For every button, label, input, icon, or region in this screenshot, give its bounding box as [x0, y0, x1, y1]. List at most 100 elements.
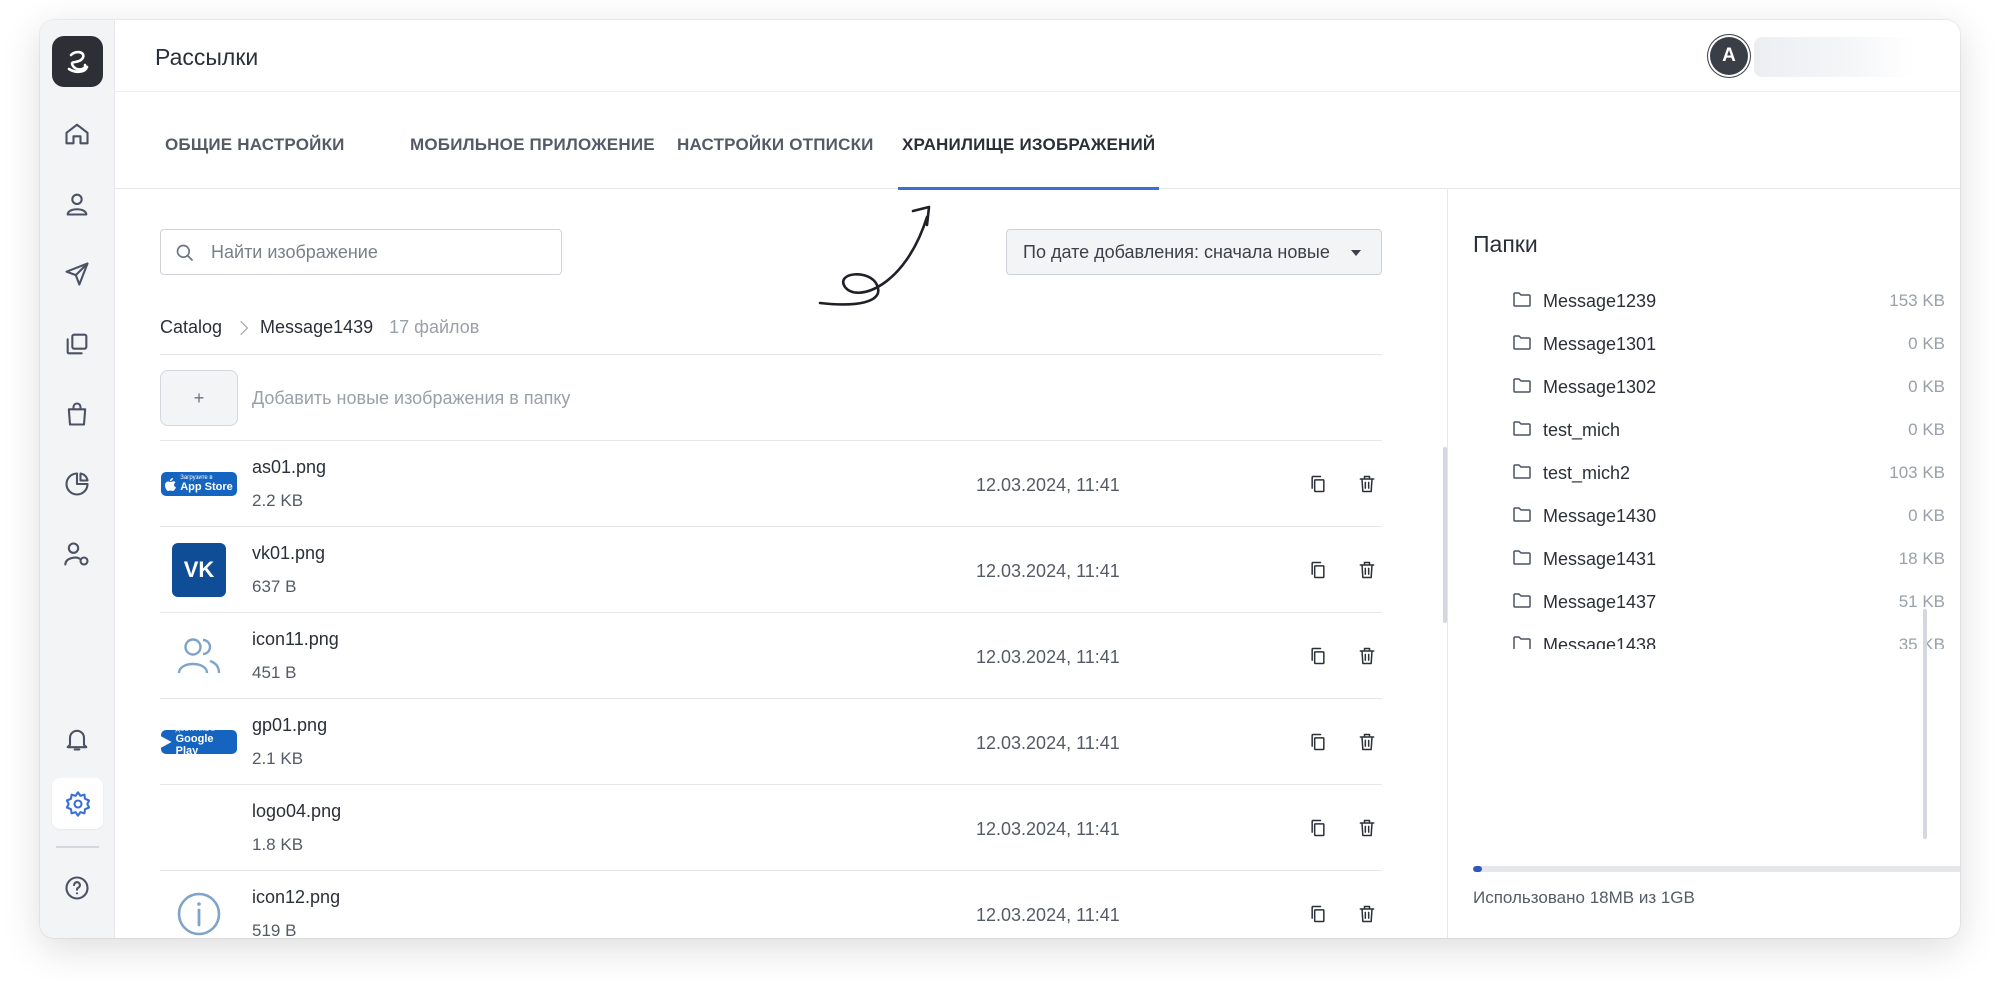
- folder-size: 0 KB: [1908, 506, 1945, 525]
- file-thumbnail[interactable]: VK: [160, 537, 238, 603]
- folder-icon: [1513, 507, 1531, 522]
- folder-size: 0 KB: [1908, 420, 1945, 439]
- copy-link-button[interactable]: [1304, 900, 1332, 928]
- folder-item[interactable]: Message1431 18 KB: [1493, 537, 1960, 580]
- folder-item[interactable]: Message1438 35 KB: [1493, 623, 1960, 649]
- copy-icon: [1311, 733, 1325, 751]
- add-images-button[interactable]: +: [160, 370, 238, 426]
- search-icon: [176, 244, 194, 262]
- send-icon[interactable]: [57, 254, 97, 294]
- storage-usage-bar: [1473, 866, 1960, 872]
- tab-mobile-app[interactable]: МОБИЛЬНОЕ ПРИЛОЖЕНИЕ: [410, 92, 655, 189]
- delete-button[interactable]: [1353, 814, 1381, 842]
- copy-link-button[interactable]: [1304, 556, 1332, 584]
- file-size: 637 B: [252, 577, 297, 596]
- folder-scrollbar[interactable]: [1923, 609, 1927, 839]
- folder-size: 51 KB: [1898, 592, 1945, 611]
- header: Рассылки A: [115, 20, 1960, 92]
- delete-button[interactable]: [1353, 556, 1381, 584]
- user-name-blurred[interactable]: [1754, 37, 1914, 77]
- folder-size: 153 KB: [1889, 291, 1945, 310]
- folder-name: Message1438: [1543, 635, 1657, 649]
- copy-icon[interactable]: [57, 324, 97, 364]
- delete-button[interactable]: [1353, 900, 1381, 928]
- caret-down-icon: [1351, 250, 1361, 256]
- folder-item[interactable]: test_mich2 103 KB: [1493, 451, 1960, 494]
- tab-unsubscribe-settings[interactable]: НАСТРОЙКИ ОТПИСКИ: [677, 92, 874, 189]
- copy-icon: [1311, 819, 1325, 837]
- app-window: Рассылки A ОБЩИЕ НАСТРОЙКИ МОБИЛЬНОЕ ПРИ…: [40, 20, 1960, 938]
- folder-item[interactable]: Message1437 51 KB: [1493, 580, 1960, 623]
- delete-button[interactable]: [1353, 728, 1381, 756]
- folders-title: Папки: [1473, 231, 1538, 257]
- folder-item[interactable]: Message1239 153 KB: [1493, 279, 1960, 322]
- copy-icon: [1311, 561, 1325, 579]
- info-icon: [177, 892, 221, 936]
- app-store-badge: Загрузите в App Store: [161, 472, 237, 496]
- folder-name: Message1431: [1543, 549, 1657, 569]
- file-size: 1.8 KB: [252, 835, 304, 854]
- folder-icon: [1513, 421, 1531, 436]
- trash-icon: [1359, 905, 1375, 923]
- folder-item[interactable]: test_mich 0 KB: [1493, 408, 1960, 451]
- file-date: 12.03.2024, 11:41: [976, 561, 1120, 581]
- app-logo[interactable]: [52, 36, 103, 87]
- pie-chart-icon[interactable]: [57, 464, 97, 504]
- tab-general-settings[interactable]: ОБЩИЕ НАСТРОЙКИ: [165, 92, 345, 189]
- file-date: 12.03.2024, 11:41: [976, 905, 1120, 925]
- table-row: Загрузите в App Store as01.png 2.2 KB 12.…: [160, 440, 1382, 526]
- file-name: gp01.png: [252, 715, 328, 735]
- chevron-right-icon: [233, 320, 249, 335]
- sort-dropdown[interactable]: По дате добавления: сначала новые: [1006, 229, 1382, 275]
- file-thumbnail[interactable]: [160, 881, 238, 938]
- folder-item[interactable]: Message1302 0 KB: [1493, 365, 1960, 408]
- user-icon[interactable]: [57, 184, 97, 224]
- file-thumbnail[interactable]: [160, 623, 238, 689]
- search-field[interactable]: [160, 229, 562, 275]
- bag-icon[interactable]: [57, 394, 97, 434]
- breadcrumb-current: Message1439: [260, 317, 374, 337]
- copy-link-button[interactable]: [1304, 642, 1332, 670]
- copy-link-button[interactable]: [1304, 728, 1332, 756]
- user-settings-icon[interactable]: [57, 534, 97, 574]
- home-icon[interactable]: [57, 114, 97, 154]
- page-title: Рассылки: [155, 44, 259, 70]
- folder-size: 0 KB: [1908, 334, 1945, 353]
- copy-icon: [1311, 475, 1325, 493]
- folder-size: 0 KB: [1908, 377, 1945, 396]
- storage-usage-label: Использовано 18MB из 1GB: [1473, 888, 1695, 907]
- file-thumbnail[interactable]: [160, 795, 238, 861]
- file-list: + Добавить новые изображения в папку Заг…: [160, 354, 1382, 938]
- copy-link-button[interactable]: [1304, 470, 1332, 498]
- users-icon: [177, 638, 221, 674]
- search-input[interactable]: [211, 230, 551, 274]
- delete-button[interactable]: [1353, 642, 1381, 670]
- file-size: 2.2 KB: [252, 491, 304, 510]
- main-content: По дате добавления: сначала новые Catalo…: [115, 189, 1447, 938]
- folder-icon: [1513, 636, 1531, 649]
- file-thumbnail[interactable]: ДОСТУПНО В Google Play: [160, 709, 238, 775]
- play-icon: [161, 736, 172, 748]
- file-thumbnail[interactable]: Загрузите в App Store: [160, 451, 238, 517]
- breadcrumb-root[interactable]: Catalog: [160, 317, 222, 338]
- gear-icon[interactable]: [52, 778, 103, 829]
- folder-size: 18 KB: [1898, 549, 1945, 568]
- folder-icon: [1513, 464, 1531, 479]
- folders-panel: Папки Message1239 153 KB Message1301 0 KB Me…: [1447, 189, 1960, 938]
- help-icon[interactable]: [57, 868, 97, 908]
- trash-icon: [1359, 647, 1375, 665]
- folder-size: 35 KB: [1898, 635, 1945, 649]
- folder-item[interactable]: Message1430 0 KB: [1493, 494, 1960, 537]
- file-name: vk01.png: [252, 543, 326, 563]
- delete-button[interactable]: [1353, 470, 1381, 498]
- folder-icon: [1513, 292, 1531, 307]
- tab-image-storage[interactable]: ХРАНИЛИЩЕ ИЗОБРАЖЕНИЙ: [897, 92, 1160, 190]
- copy-link-button[interactable]: [1304, 814, 1332, 842]
- trash-icon: [1359, 475, 1375, 493]
- file-size: 519 B: [252, 921, 297, 938]
- avatar[interactable]: A: [1710, 37, 1748, 75]
- folder-item[interactable]: Message1301 0 KB: [1493, 322, 1960, 365]
- folder-icon: [1513, 550, 1531, 565]
- sidebar-divider: [56, 846, 99, 848]
- bell-icon[interactable]: [57, 719, 97, 759]
